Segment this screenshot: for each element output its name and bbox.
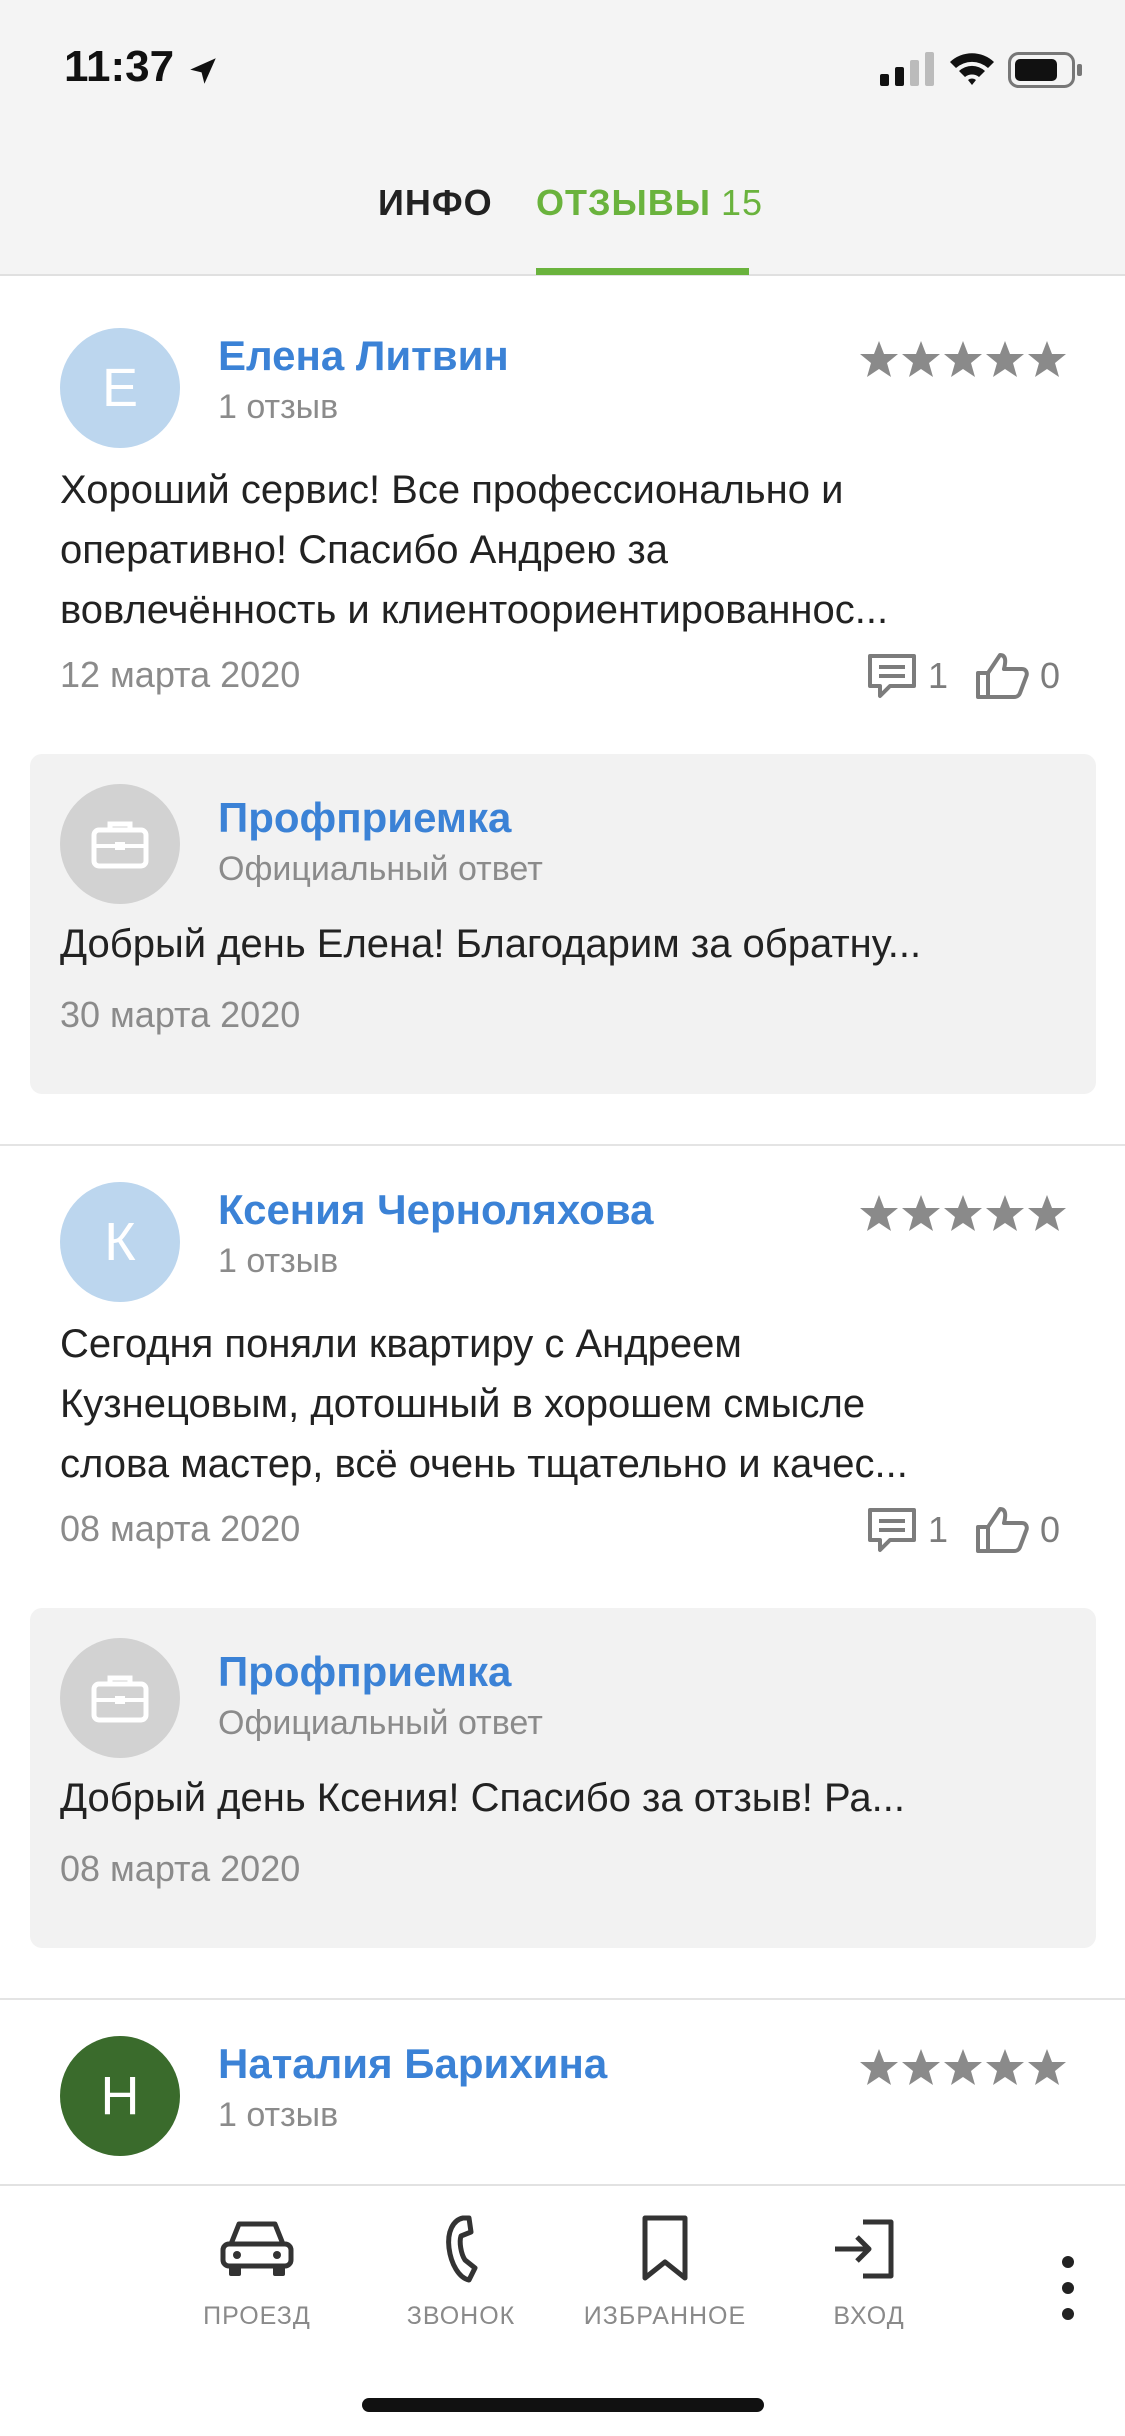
briefcase-icon <box>91 821 149 869</box>
rating-stars <box>860 2049 1066 2085</box>
review-item: Е Елена Литвин 1 отзыв Хороший сервис! В… <box>0 292 1125 1144</box>
briefcase-icon <box>91 1675 149 1723</box>
bookmark-icon <box>642 2215 688 2281</box>
nav-login[interactable]: ВХОД <box>784 2214 954 2331</box>
tab-reviews[interactable]: ОТЗЫВЫ 15 <box>536 182 763 224</box>
review-count: 1 отзыв <box>218 388 339 426</box>
reply-text: Добрый день Елена! Благодарим за обратну… <box>60 922 922 966</box>
like-icon[interactable] <box>974 651 1030 701</box>
reply-label: Официальный ответ <box>218 1704 543 1742</box>
review-item: Н Наталия Барихина 1 отзыв <box>0 2000 1125 2200</box>
review-text-line: вовлечённость и клиентоориентированнос..… <box>60 588 889 632</box>
location-arrow-icon <box>190 58 216 84</box>
review-text-line: Кузнецовым, дотошный в хорошем смысле <box>60 1382 866 1426</box>
like-count: 0 <box>1040 655 1061 696</box>
comment-count: 1 <box>928 1509 949 1550</box>
official-reply[interactable]: Профприемка Официальный ответ Добрый ден… <box>30 754 1096 1094</box>
review-count: 1 отзыв <box>218 2096 339 2134</box>
reply-label: Официальный ответ <box>218 850 543 888</box>
reply-text: Добрый день Ксения! Спасибо за отзыв! Ра… <box>60 1776 905 1820</box>
review-actions: 1 0 <box>866 1506 1060 1554</box>
review-date: 12 марта 2020 <box>60 654 301 695</box>
status-time: 11:37 <box>64 42 175 91</box>
avatar: К <box>60 1182 180 1302</box>
company-avatar <box>60 1638 180 1758</box>
review-date: 08 марта 2020 <box>60 1508 301 1549</box>
nav-directions[interactable]: ПРОЕЗД <box>172 2214 342 2331</box>
active-tab-indicator <box>536 268 749 275</box>
more-vertical-icon[interactable] <box>1050 2250 1086 2326</box>
review-actions: 1 0 <box>866 652 1060 700</box>
review-author[interactable]: Ксения Черноляхова <box>218 1186 653 1234</box>
tab-bar: ИНФО ОТЗЫВЫ 15 <box>0 170 1125 276</box>
avatar: Е <box>60 328 180 448</box>
car-icon <box>220 2221 294 2276</box>
nav-directions-label: ПРОЕЗД <box>203 2302 311 2330</box>
review-author[interactable]: Наталия Барихина <box>218 2040 607 2088</box>
rating-stars <box>860 341 1066 377</box>
reviews-list: Е Елена Литвин 1 отзыв Хороший сервис! В… <box>0 292 1125 2200</box>
review-author[interactable]: Елена Литвин <box>218 332 509 380</box>
tab-reviews-label: ОТЗЫВЫ <box>536 182 712 223</box>
review-item: К Ксения Черноляхова 1 отзыв Сегодня пон… <box>0 1146 1125 1998</box>
like-icon[interactable] <box>974 1505 1030 1555</box>
nav-favorites[interactable]: ИЗБРАННОЕ <box>580 2214 750 2331</box>
tab-info[interactable]: ИНФО <box>378 182 493 224</box>
official-reply[interactable]: Профприемка Официальный ответ Добрый ден… <box>30 1608 1096 1948</box>
reply-author[interactable]: Профприемка <box>218 1648 511 1696</box>
wifi-icon <box>950 53 994 85</box>
battery-icon <box>1008 52 1082 88</box>
nav-login-label: ВХОД <box>833 2302 905 2330</box>
comment-count: 1 <box>928 655 949 696</box>
reply-date: 08 марта 2020 <box>60 1848 301 1889</box>
company-avatar <box>60 784 180 904</box>
nav-call-label: ЗВОНОК <box>406 2302 516 2330</box>
review-count: 1 отзыв <box>218 1242 339 1280</box>
review-text[interactable]: Сегодня поняли квартиру с Андреем Кузнец… <box>60 1314 1070 1494</box>
comment-icon[interactable] <box>866 652 918 700</box>
review-text-line: Сегодня поняли квартиру с Андреем <box>60 1322 742 1366</box>
login-icon <box>835 2219 894 2279</box>
avatar: Н <box>60 2036 180 2156</box>
review-text-line: Хороший сервис! Все профессионально и <box>60 468 844 512</box>
tab-reviews-count: 15 <box>721 182 764 223</box>
comment-icon[interactable] <box>866 1506 918 1554</box>
reply-date: 30 марта 2020 <box>60 994 301 1035</box>
review-text-line: слова мастер, всё очень тщательно и каче… <box>60 1442 908 1486</box>
like-count: 0 <box>1040 1509 1061 1550</box>
header: 11:37 ИНФО ОТЗЫВЫ 15 <box>0 0 1125 276</box>
nav-favorites-label: ИЗБРАННОЕ <box>583 2302 747 2330</box>
phone-icon <box>446 2215 478 2283</box>
review-text[interactable]: Хороший сервис! Все профессионально и оп… <box>60 460 1070 640</box>
cellular-signal-icon <box>880 52 934 86</box>
review-text-line: оперативно! Спасибо Андрею за <box>60 528 668 572</box>
reply-author[interactable]: Профприемка <box>218 794 511 842</box>
nav-call[interactable]: ЗВОНОК <box>376 2214 546 2331</box>
rating-stars <box>860 1195 1066 1231</box>
home-indicator <box>362 2398 764 2412</box>
